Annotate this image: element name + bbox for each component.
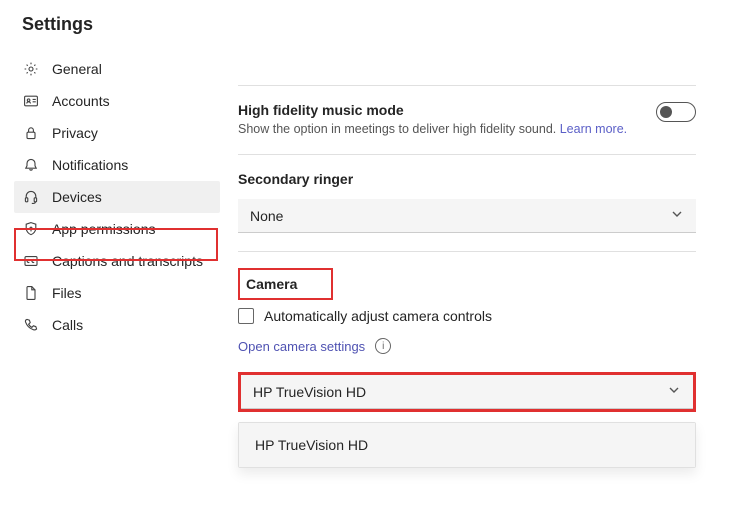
secondary-ringer-select[interactable]: None [238,199,696,233]
sidebar-item-devices[interactable]: Devices [14,181,220,213]
sidebar-item-app-permissions[interactable]: App permissions [14,213,220,245]
sidebar-item-general[interactable]: General [14,53,220,85]
checkbox-icon[interactable] [238,308,254,324]
camera-option[interactable]: HP TrueVision HD [239,423,695,467]
sidebar-item-label: Privacy [52,125,98,141]
gear-icon [22,60,40,78]
sidebar-item-captions[interactable]: Captions and transcripts [14,245,220,277]
info-icon[interactable]: i [375,338,391,354]
sidebar-item-calls[interactable]: Calls [14,309,220,341]
sidebar-item-label: Accounts [52,93,110,109]
sidebar-item-label: Devices [52,189,102,205]
chevron-down-icon [670,207,684,224]
open-camera-settings-link[interactable]: Open camera settings [238,339,365,354]
sidebar: General Accounts Privacy Notifications D… [0,45,220,512]
sidebar-item-accounts[interactable]: Accounts [14,85,220,117]
music-mode-toggle[interactable] [656,102,696,122]
file-icon [22,284,40,302]
learn-more-link[interactable]: Learn more. [560,122,627,136]
section-music-mode: High fidelity music mode Show the option… [238,86,696,154]
lock-icon [22,124,40,142]
sidebar-item-label: Calls [52,317,83,333]
camera-title: Camera [246,276,297,292]
page-title: Settings [22,14,708,35]
camera-select-dropdown: HP TrueVision HD [238,422,696,468]
music-mode-desc: Show the option in meetings to deliver h… [238,122,627,136]
camera-select[interactable]: HP TrueVision HD [241,375,693,409]
section-secondary-ringer: Secondary ringer None [238,155,696,251]
chevron-down-icon [667,383,681,400]
headset-icon [22,188,40,206]
sidebar-item-label: Files [52,285,82,301]
sidebar-item-privacy[interactable]: Privacy [14,117,220,149]
sidebar-item-files[interactable]: Files [14,277,220,309]
sidebar-item-label: Captions and transcripts [52,253,203,269]
auto-adjust-label: Automatically adjust camera controls [264,308,492,324]
phone-icon [22,316,40,334]
id-card-icon [22,92,40,110]
music-mode-title: High fidelity music mode [238,102,404,118]
camera-select-value: HP TrueVision HD [253,384,366,400]
secondary-ringer-value: None [250,208,283,224]
shield-key-icon [22,220,40,238]
settings-header: Settings [0,0,730,45]
secondary-ringer-title: Secondary ringer [238,171,353,187]
auto-adjust-row[interactable]: Automatically adjust camera controls [238,308,696,324]
sidebar-item-notifications[interactable]: Notifications [14,149,220,181]
section-camera: Camera Automatically adjust camera contr… [238,252,696,486]
highlight-camera-title: Camera [238,268,333,300]
bell-icon [22,156,40,174]
sidebar-item-label: General [52,61,102,77]
cc-icon [22,252,40,270]
sidebar-item-label: Notifications [52,157,128,173]
main-panel: High fidelity music mode Show the option… [220,45,730,512]
toggle-knob [660,106,672,118]
sidebar-item-label: App permissions [52,221,156,237]
highlight-camera-select: HP TrueVision HD [238,372,696,412]
